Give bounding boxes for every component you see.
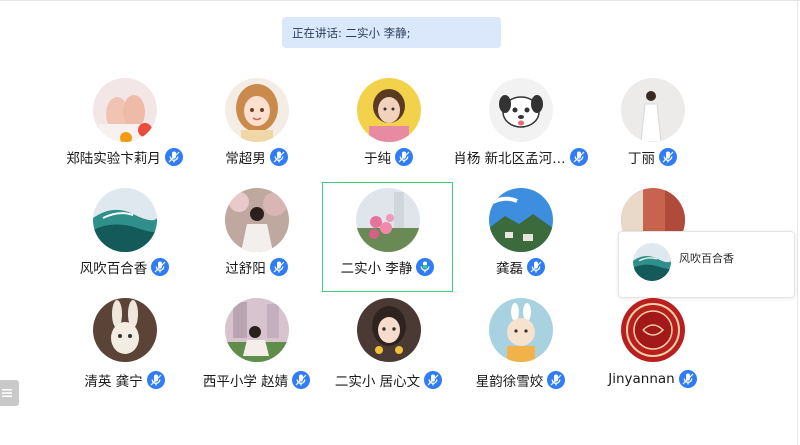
participant-tile[interactable]: 西平小学 赵婧 <box>191 292 322 402</box>
participant-name-row: 风吹百合香 <box>59 257 190 277</box>
participant-hover-card[interactable]: 风吹百合香 <box>618 231 795 298</box>
participant-name: 过舒阳 <box>225 261 266 277</box>
participant-name: 郑陆实验卞莉月 <box>66 151 161 167</box>
participant-tile[interactable]: 风吹百合香 <box>59 182 190 292</box>
pink-flowers-avatar-icon <box>355 188 420 252</box>
participant-name-row: 肖杨 新北区孟河… <box>453 147 588 167</box>
participant-name: 龚磊 <box>496 261 523 277</box>
participant-tile[interactable]: 过舒阳 <box>191 182 322 292</box>
participant-tile-active[interactable]: 二实小 李静 <box>322 182 453 292</box>
mic-icon[interactable] <box>678 370 697 388</box>
top-divider <box>0 0 800 1</box>
hamburger-icon <box>2 389 12 397</box>
participant-name-row: 二实小 居心文 <box>323 370 454 390</box>
mic-icon[interactable] <box>151 258 170 276</box>
participant-tile[interactable]: 二实小 居心文 <box>323 292 454 402</box>
participant-tile[interactable]: Jinyannan <box>587 292 718 402</box>
participant-name: 于纯 <box>364 151 391 167</box>
mic-icon[interactable] <box>292 371 311 389</box>
participant-name-row: Jinyannan <box>587 370 718 388</box>
participant-name: 清英 龚宁 <box>84 374 143 390</box>
mic-active-icon[interactable] <box>416 258 435 276</box>
mountain-village-avatar-icon <box>488 188 553 252</box>
participant-tile[interactable]: 于纯 <box>323 70 454 180</box>
participant-name-row: 郑陆实验卞莉月 <box>59 147 190 167</box>
speaking-text: 正在讲话: 二实小 李静; <box>292 25 411 40</box>
participant-name: 二实小 李静 <box>340 261 413 277</box>
girl-blossoms-avatar-icon <box>224 188 289 252</box>
participant-name-row: 清英 龚宁 <box>59 370 190 390</box>
woman-outdoor-avatar-icon <box>224 298 289 362</box>
participant-tile[interactable]: 星韵徐雪姣 <box>455 292 586 402</box>
bunny-toy-avatar-icon <box>92 298 157 362</box>
menu-toggle-button[interactable] <box>0 380 19 406</box>
participant-tile[interactable]: 肖杨 新北区孟河… <box>453 70 588 180</box>
participant-name-row: 过舒阳 <box>191 257 322 277</box>
participant-tile[interactable]: 郑陆实验卞莉月 <box>59 70 190 180</box>
cartoon-kid-avatar-icon <box>488 298 553 362</box>
participant-name: 常超男 <box>225 151 266 167</box>
participant-name-row: 西平小学 赵婧 <box>191 370 322 390</box>
mic-icon[interactable] <box>395 148 413 166</box>
speaking-banner: 正在讲话: 二实小 李静; <box>282 17 501 48</box>
participant-tile[interactable]: 清英 龚宁 <box>59 292 190 402</box>
red-seal-avatar-icon <box>620 298 685 362</box>
hover-card-name: 风吹百合香 <box>679 252 734 265</box>
participant-tile[interactable]: 常超男 <box>191 70 322 180</box>
mic-icon[interactable] <box>569 148 588 166</box>
participant-name-row: 星韵徐雪姣 <box>455 370 586 390</box>
participant-name: 丁丽 <box>628 151 655 167</box>
participant-name: 肖杨 新北区孟河… <box>453 151 566 167</box>
woman-white-dress-avatar-icon <box>620 78 685 142</box>
cartoon-girl-avatar-icon <box>224 78 289 142</box>
participant-name-row: 二实小 李静 <box>323 257 452 277</box>
participant-name-row: 于纯 <box>323 147 454 167</box>
participant-tile[interactable]: 龚磊 <box>455 182 586 292</box>
mic-icon[interactable] <box>527 258 545 276</box>
participant-name-row: 龚磊 <box>455 257 586 277</box>
ocean-wave-avatar-icon <box>633 243 671 281</box>
girl-selfie-avatar-icon <box>356 298 421 362</box>
participant-name: 风吹百合香 <box>79 261 148 277</box>
mic-icon[interactable] <box>269 148 288 166</box>
baby-feet-photo-avatar-icon <box>92 78 157 142</box>
mic-icon[interactable] <box>146 371 165 389</box>
participant-name: 星韵徐雪姣 <box>475 374 544 390</box>
participant-name-row: 丁丽 <box>587 147 718 167</box>
mic-icon[interactable] <box>547 371 566 389</box>
mic-icon[interactable] <box>424 371 443 389</box>
participant-name: 二实小 居心文 <box>334 374 421 390</box>
mic-icon[interactable] <box>269 258 288 276</box>
participant-tile[interactable]: 丁丽 <box>587 70 718 180</box>
ocean-wave-avatar-icon <box>92 188 157 252</box>
participant-name: 西平小学 赵婧 <box>202 374 289 390</box>
participant-name: Jinyannan <box>608 371 675 387</box>
mic-icon[interactable] <box>164 148 183 166</box>
right-divider <box>797 0 798 445</box>
mic-icon[interactable] <box>659 148 677 166</box>
cartoon-dog-avatar-icon <box>488 78 553 142</box>
woman-portrait-avatar-icon <box>356 78 421 142</box>
participant-name-row: 常超男 <box>191 147 322 167</box>
